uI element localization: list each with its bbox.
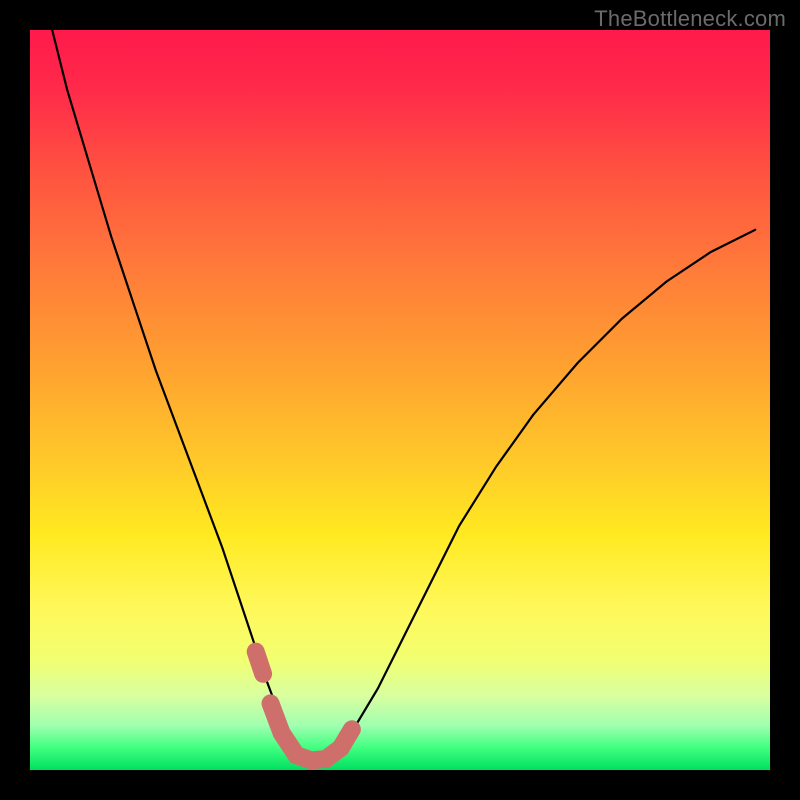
watermark-text: TheBottleneck.com: [594, 6, 786, 32]
gradient-plot-area: [30, 30, 770, 770]
